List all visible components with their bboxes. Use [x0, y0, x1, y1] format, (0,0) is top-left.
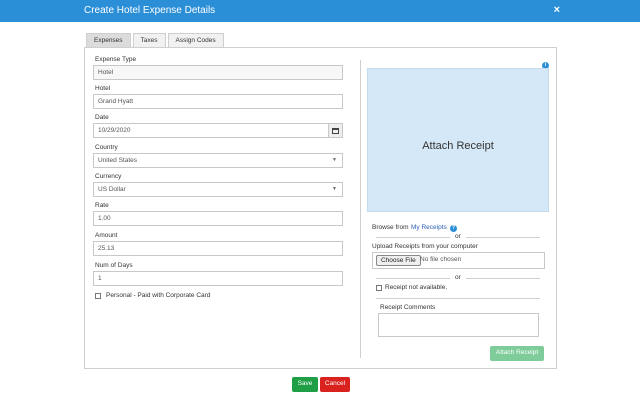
help-icon[interactable]: ? — [450, 225, 457, 232]
attach-receipt-button[interactable]: Attach Receipt — [490, 346, 544, 361]
dialog-titlebar: Create Hotel Expense Details × — [0, 0, 640, 22]
receipt-not-available-checkbox[interactable] — [376, 285, 382, 291]
tab-taxes[interactable]: Taxes — [132, 33, 166, 48]
dropzone-text: Attach Receipt — [422, 140, 494, 152]
currency-select[interactable]: US Dollar ▼ — [93, 182, 343, 197]
or-divider-left — [376, 237, 450, 238]
personal-card-checkbox[interactable] — [95, 293, 101, 299]
calendar-icon — [332, 128, 339, 134]
num-days-label: Num of Days — [95, 262, 133, 269]
tab-assign-codes[interactable]: Assign Codes — [167, 33, 224, 48]
currency-label: Currency — [95, 173, 122, 180]
receipt-dropzone[interactable]: Attach Receipt — [367, 68, 549, 212]
amount-label: Amount — [95, 232, 118, 239]
date-field[interactable]: 10/29/2020 — [93, 123, 329, 138]
receipt-comments-input[interactable] — [378, 313, 539, 337]
or-separator-2: or — [455, 274, 461, 281]
chevron-down-icon: ▼ — [332, 157, 337, 163]
cancel-button[interactable]: Cancel — [320, 377, 350, 392]
my-receipts-link[interactable]: My Receipts — [411, 224, 447, 231]
or-divider-left-2 — [376, 278, 450, 279]
column-divider — [360, 60, 361, 358]
or-separator: or — [455, 233, 461, 240]
date-label: Date — [95, 114, 109, 121]
dialog-title: Create Hotel Expense Details — [84, 5, 216, 16]
or-divider-right — [466, 237, 540, 238]
chevron-down-icon: ▼ — [332, 186, 337, 192]
hotel-label: Hotel — [95, 85, 111, 92]
or-divider-right-2 — [466, 278, 540, 279]
file-upload: Choose File No file chosen — [372, 252, 545, 269]
close-icon[interactable]: × — [554, 4, 560, 16]
tab-expenses[interactable]: Expenses — [86, 33, 131, 48]
country-value: United States — [98, 157, 138, 164]
tab-bar: Expenses Taxes Assign Codes — [86, 33, 226, 48]
num-days-field[interactable]: 1 — [93, 271, 343, 286]
upload-label: Upload Receipts from your computer — [372, 243, 478, 250]
calendar-button[interactable] — [328, 123, 343, 138]
receipt-comments-label: Receipt Comments — [380, 304, 436, 311]
no-file-text: No file chosen — [420, 256, 462, 263]
country-label: Country — [95, 144, 118, 151]
browse-from-label: Browse from — [372, 224, 409, 231]
choose-file-button[interactable]: Choose File — [376, 255, 421, 266]
hotel-field[interactable]: Grand Hyatt — [93, 94, 343, 109]
comments-divider — [376, 298, 540, 299]
expense-type-field[interactable]: Hotel — [93, 65, 343, 80]
receipt-not-available-label: Receipt not available. — [385, 284, 448, 291]
country-select[interactable]: United States ▼ — [93, 153, 343, 168]
expense-type-label: Expense Type — [95, 56, 137, 63]
amount-field[interactable]: 25.13 — [93, 241, 343, 256]
personal-card-label: Personal - Paid with Corporate Card — [106, 292, 211, 299]
rate-label: Rate — [95, 202, 109, 209]
save-button[interactable]: Save — [292, 377, 318, 392]
currency-value: US Dollar — [98, 186, 126, 193]
rate-field[interactable]: 1.00 — [93, 211, 343, 226]
